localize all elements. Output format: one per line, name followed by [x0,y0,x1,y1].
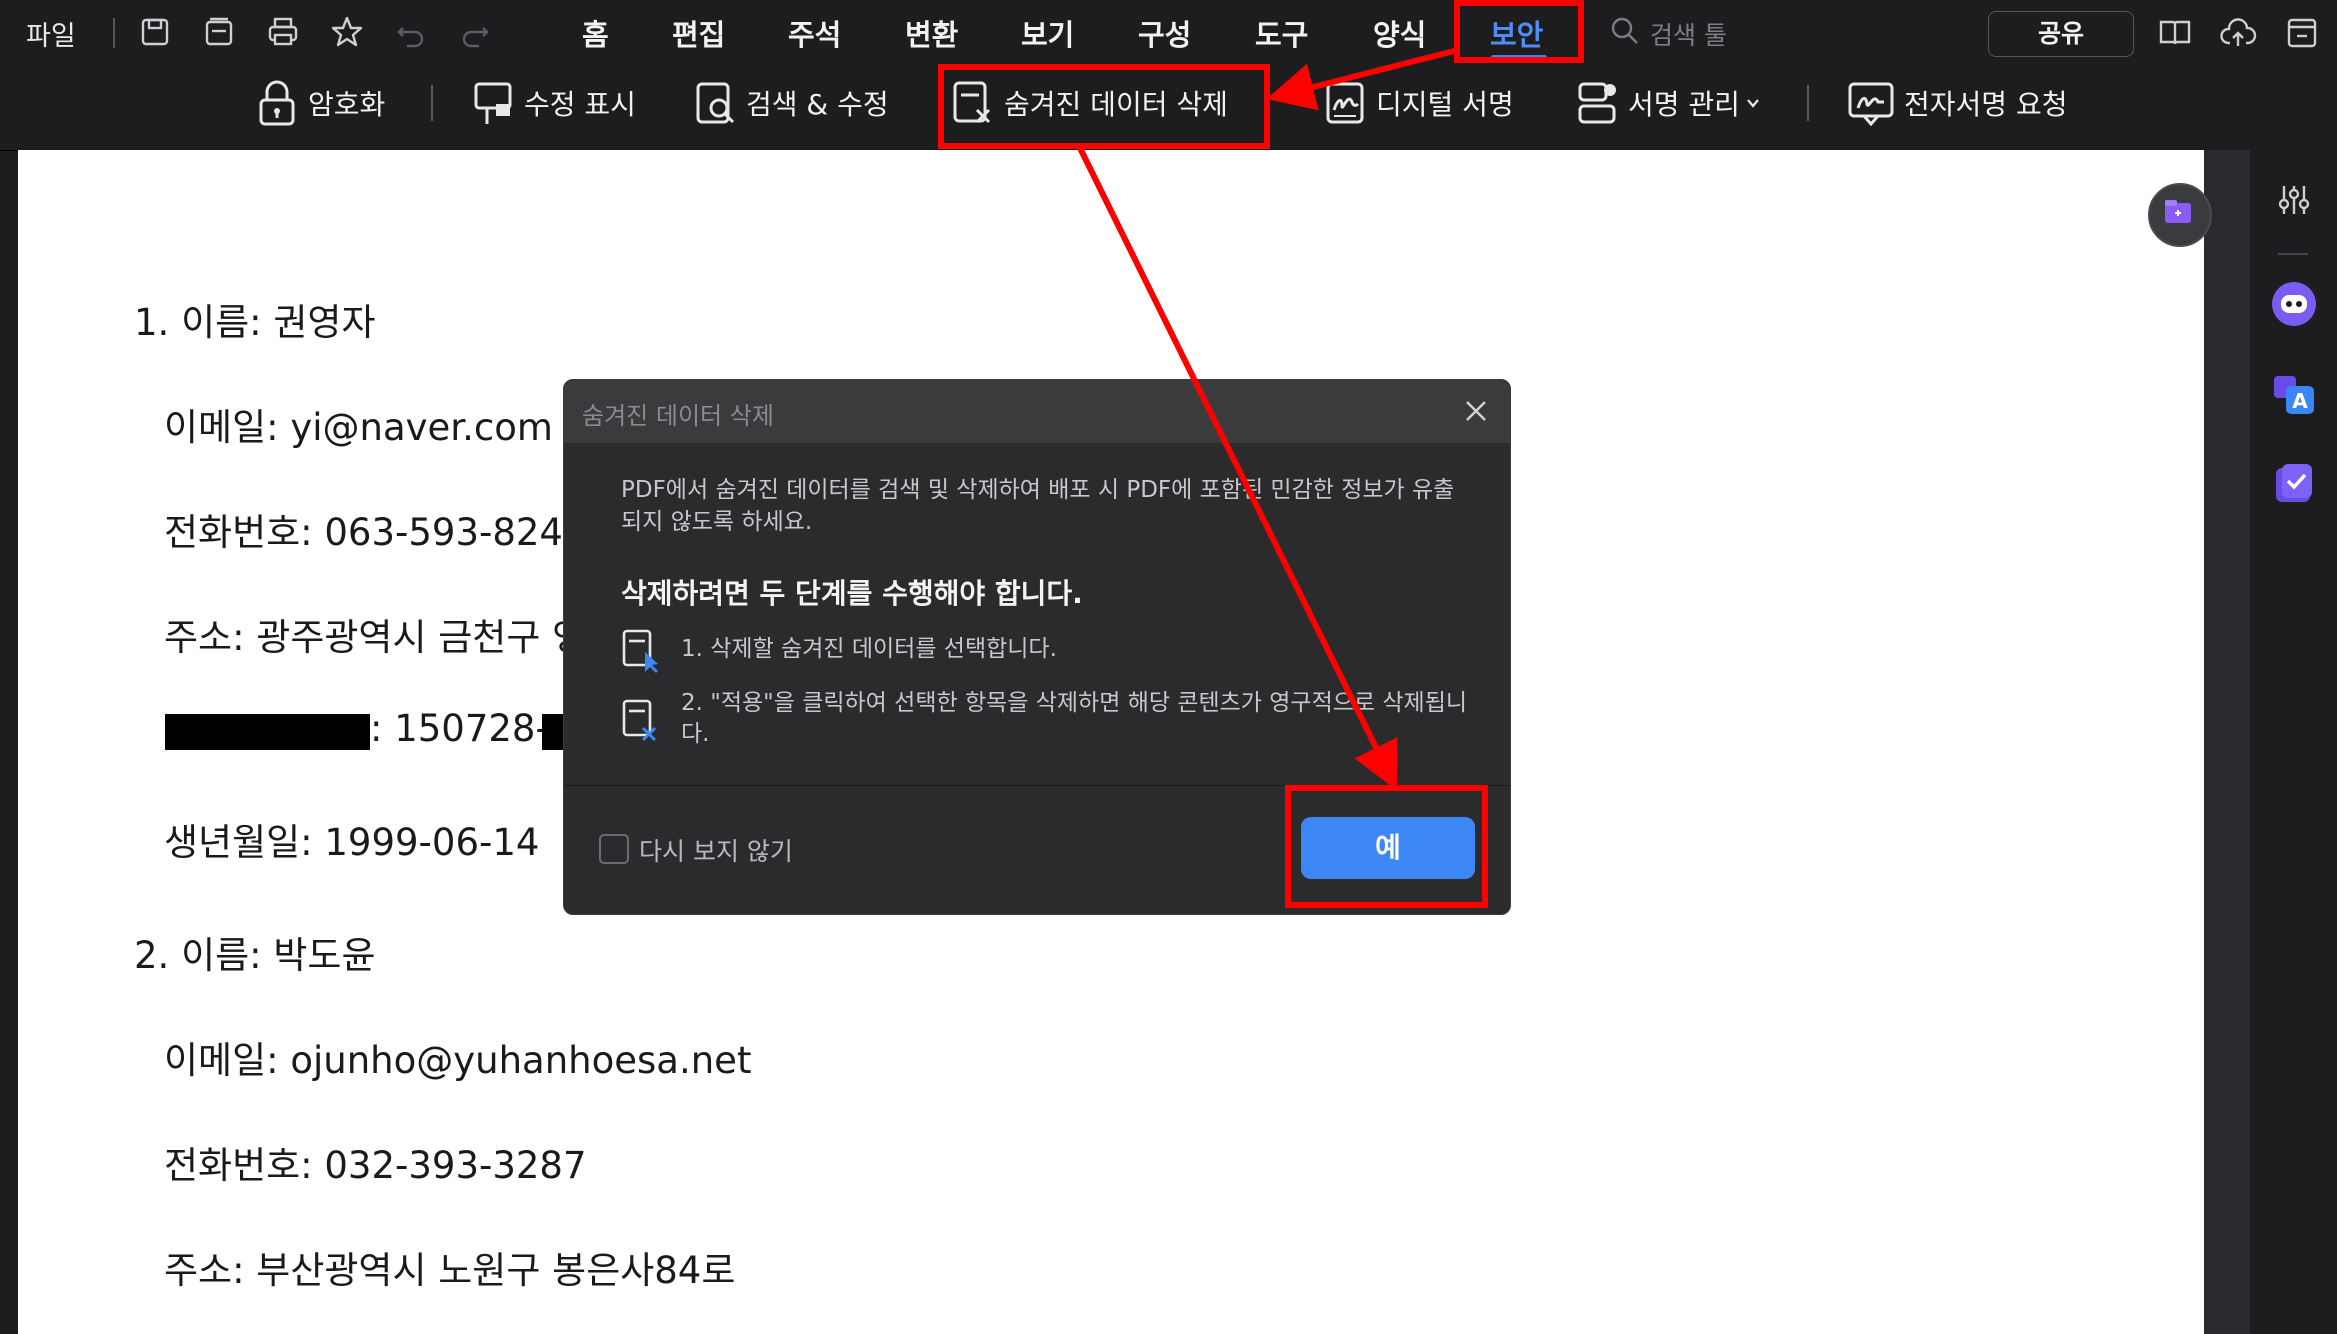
cloud-upload-icon[interactable] [2219,14,2257,52]
search-redact-icon [696,82,735,124]
dialog-heading: 삭제하려면 두 단계를 수행해야 합니다. [621,577,1083,610]
chevron-down-icon [1747,99,1759,108]
redact-mark-icon [474,82,512,124]
encrypt-button[interactable]: 암호화 [254,77,385,129]
redact-mark-button[interactable]: 수정 표시 [470,77,636,129]
dialog-description: PDF에서 숨겨진 데이터를 검색 및 삭제하여 배포 시 PDF에 포함된 민… [621,477,1455,535]
close-icon[interactable] [1461,396,1491,426]
sliders-icon[interactable] [2274,180,2314,220]
tab-view[interactable]: 보기 [1021,12,1074,54]
record-2-address: 주소: 부산광역시 노원구 봉은사84로 [164,1249,736,1292]
digital-signature-button[interactable]: 디지털 서명 [1322,77,1514,129]
tab-organize[interactable]: 구성 [1138,12,1191,54]
record-2-email: 이메일: ojunho@yuhanhoesa.net [164,1039,752,1082]
divider [113,18,115,48]
digital-signature-label: 디지털 서명 [1376,88,1514,121]
share-button[interactable]: 공유 [1988,11,2134,57]
record-1-phone: 전화번호: 063-593-8242 [164,511,587,554]
search-redact-label: 검색 & 수정 [746,88,889,121]
dont-show-again-label[interactable]: 다시 보지 않기 [639,832,793,868]
search-redact-button[interactable]: 검색 & 수정 [692,77,889,129]
record-2-phone: 전화번호: 032-393-3287 [164,1144,587,1187]
select-hidden-data-icon [622,629,658,673]
redaction-box [165,714,370,750]
search-icon [1611,17,1638,44]
svg-text:A: A [2292,389,2308,413]
manage-signature-button[interactable]: 서명 관리 [1574,77,1770,129]
dont-show-again-checkbox[interactable] [599,834,629,864]
record-1-address: 주소: 광주광역시 금천구 영 [164,616,587,659]
record-2-name: 2. 이름: 박도윤 [134,934,376,977]
step-1-text: 1. 삭제할 숨겨진 데이터를 선택합니다. [681,636,1057,662]
highlight-security-tab [1454,0,1584,63]
record-1-id: : 150728- [370,707,549,750]
file-menu[interactable]: 파일 [26,14,76,53]
delete-hidden-data-icon [622,699,657,742]
redo-icon[interactable] [457,14,493,50]
record-1-email: 이메일: yi@naver.com [164,406,553,449]
print-icon[interactable] [265,14,301,50]
tab-tools[interactable]: 도구 [1255,12,1308,54]
search-input[interactable]: 검색 툴 [1650,16,1727,52]
tab-home[interactable]: 홈 [582,12,609,54]
esign-request-icon [1848,82,1894,127]
dialog-title: 숨겨진 데이터 삭제 [582,402,774,430]
save-icon[interactable] [137,14,173,50]
esign-request-button[interactable]: 전자서명 요청 [1846,77,2067,129]
ai-robot-icon[interactable] [2270,280,2318,328]
dialog-header: 숨겨진 데이터 삭제 [564,380,1510,443]
digital-signature-icon [1326,82,1364,124]
esign-request-label: 전자서명 요청 [1904,88,2068,121]
encrypt-label: 암호화 [308,88,386,121]
window-icon[interactable] [2283,14,2321,52]
highlight-yes-button [1285,785,1488,908]
translate-icon[interactable]: A [2270,372,2318,420]
star-icon[interactable] [329,14,365,50]
reader-mode-icon[interactable] [2156,14,2194,52]
right-side-panel: A [2250,150,2337,1334]
ai-assistant-float-button[interactable] [2148,183,2212,247]
save-as-icon[interactable] [201,14,237,50]
manage-signature-icon [1578,82,1616,124]
tab-form[interactable]: 양식 [1373,12,1426,54]
tab-edit[interactable]: 편집 [672,12,725,54]
tab-comment[interactable]: 주석 [788,12,841,54]
undo-icon[interactable] [393,14,429,50]
divider [1807,85,1809,121]
lock-icon [259,80,295,126]
step-2-text: 2. "적용"을 클릭하여 선택한 항목을 삭제하면 해당 콘텐츠가 영구적으로… [681,690,1468,747]
divider [431,85,433,121]
highlight-remove-hidden-data [938,64,1270,149]
scrollbar[interactable] [2204,150,2250,1334]
manage-signature-label: 서명 관리 [1628,88,1740,121]
record-1-birth: 생년월일: 1999-06-14 [164,821,540,864]
redact-mark-label: 수정 표시 [524,88,636,121]
top-bar: 파일 홈 편집 주석 변환 보기 구성 도구 양식 보안 검색 툴 공유 [0,0,2337,68]
folder-icon [2165,200,2191,223]
tab-convert[interactable]: 변환 [905,12,958,54]
checklist-icon[interactable] [2270,460,2318,508]
divider [2278,253,2308,255]
record-1-name: 1. 이름: 권영자 [134,301,376,344]
